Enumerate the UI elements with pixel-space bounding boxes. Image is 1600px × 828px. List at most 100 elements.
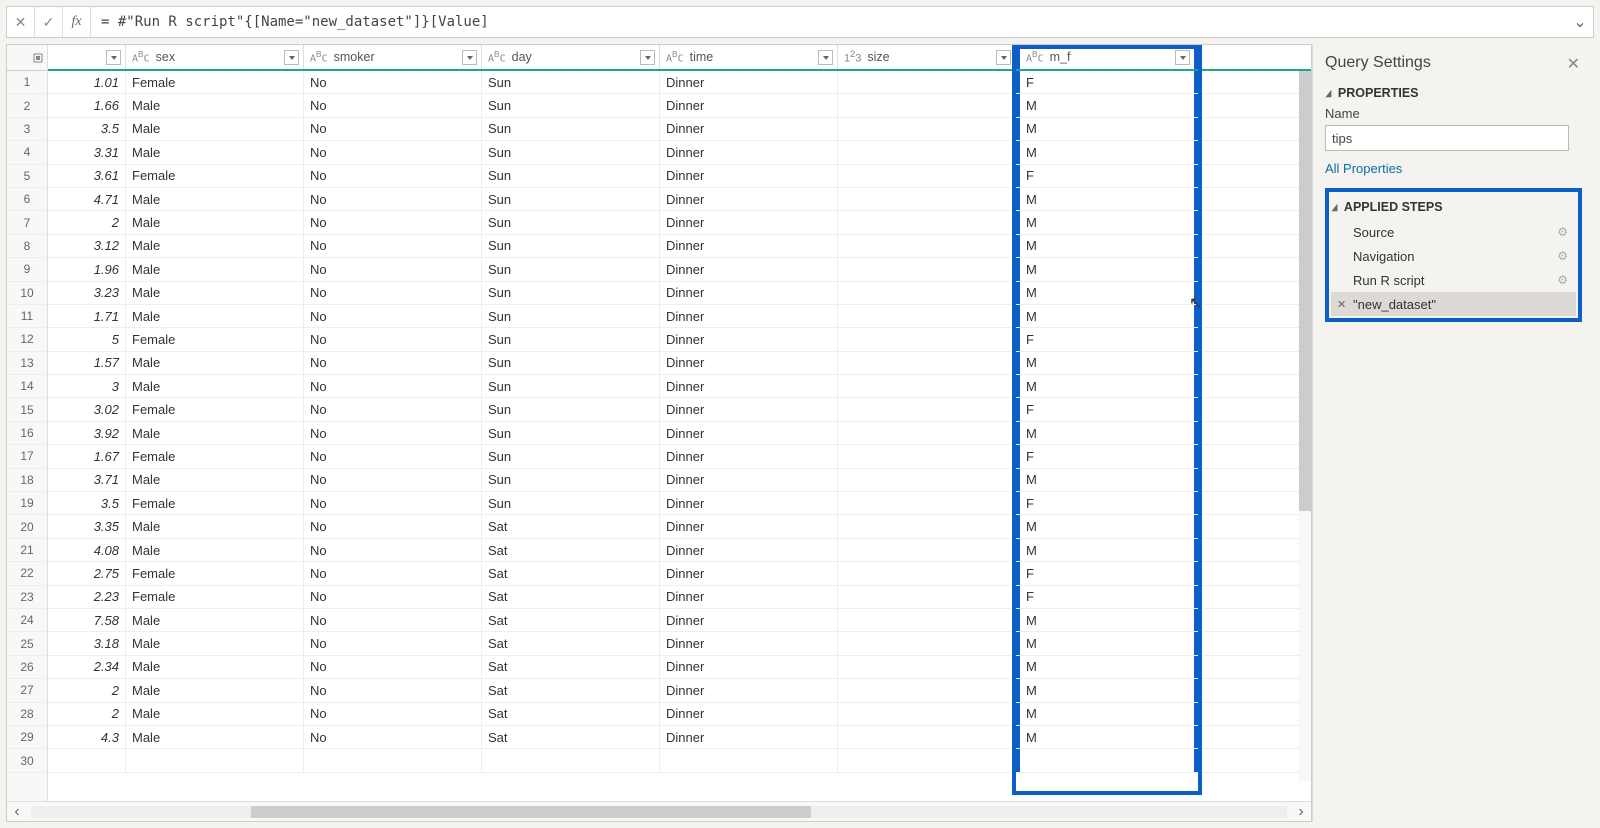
filter-dropdown-icon[interactable] (996, 50, 1011, 65)
cell[interactable]: No (304, 118, 482, 140)
table-row[interactable]: 3.71MaleNoSunDinnerM (48, 469, 1311, 492)
cell[interactable]: 4.08 (48, 539, 126, 561)
table-row[interactable]: 1.71MaleNoSunDinnerM (48, 305, 1311, 328)
table-row[interactable]: 3.61FemaleNoSunDinnerF (48, 165, 1311, 188)
cell[interactable]: Sun (482, 71, 660, 93)
cell[interactable]: Sat (482, 539, 660, 561)
cell[interactable]: Dinner (660, 258, 838, 280)
row-header[interactable]: 13 (7, 352, 47, 375)
cell[interactable] (838, 726, 1016, 748)
applied-step[interactable]: Navigation⚙ (1331, 244, 1576, 268)
cell[interactable]: Male (126, 305, 304, 327)
column-header-time[interactable]: ABCtime (660, 45, 838, 69)
cell[interactable]: Sat (482, 609, 660, 631)
cell[interactable] (838, 398, 1016, 420)
scroll-right-icon[interactable]: › (1291, 803, 1311, 821)
cell[interactable]: F (1016, 165, 1198, 187)
cell[interactable]: No (304, 211, 482, 233)
cell[interactable]: 3.5 (48, 118, 126, 140)
cell[interactable]: M (1016, 656, 1198, 678)
cell[interactable]: F (1016, 398, 1198, 420)
cell[interactable]: Female (126, 562, 304, 584)
cell[interactable]: No (304, 632, 482, 654)
cell[interactable]: Female (126, 328, 304, 350)
row-header[interactable]: 24 (7, 609, 47, 632)
cell[interactable] (838, 679, 1016, 701)
table-row[interactable]: 3.35MaleNoSatDinnerM (48, 515, 1311, 538)
cell[interactable]: Sun (482, 94, 660, 116)
row-header[interactable]: 22 (7, 562, 47, 585)
cell[interactable]: Dinner (660, 703, 838, 725)
cell[interactable] (838, 539, 1016, 561)
table-row[interactable]: 3.92MaleNoSunDinnerM (48, 422, 1311, 445)
table-row[interactable]: 3.5MaleNoSunDinnerM (48, 118, 1311, 141)
cell[interactable]: Female (126, 165, 304, 187)
table-row[interactable]: 2MaleNoSatDinnerM (48, 703, 1311, 726)
table-row[interactable]: 4.71MaleNoSunDinnerM (48, 188, 1311, 211)
cell[interactable]: Sat (482, 632, 660, 654)
row-header[interactable]: 9 (7, 258, 47, 281)
cell[interactable]: Male (126, 282, 304, 304)
cell[interactable]: 3 (48, 375, 126, 397)
cell[interactable] (1016, 749, 1198, 771)
cell[interactable]: 3.71 (48, 469, 126, 491)
cell[interactable]: Dinner (660, 445, 838, 467)
cell[interactable]: No (304, 328, 482, 350)
cell[interactable]: 2.34 (48, 656, 126, 678)
cell[interactable]: Sun (482, 375, 660, 397)
query-name-input[interactable] (1325, 125, 1569, 151)
cell[interactable] (838, 422, 1016, 444)
cell[interactable] (838, 352, 1016, 374)
cell[interactable] (838, 94, 1016, 116)
table-row[interactable]: 4.08MaleNoSatDinnerM (48, 539, 1311, 562)
cell[interactable]: Dinner (660, 235, 838, 257)
cell[interactable]: Dinner (660, 352, 838, 374)
cell[interactable]: 3.5 (48, 492, 126, 514)
row-header[interactable]: 28 (7, 703, 47, 726)
table-row[interactable] (48, 749, 1311, 772)
column-header-sex[interactable]: ABCsex (126, 45, 304, 69)
cell[interactable]: Dinner (660, 141, 838, 163)
cell[interactable]: M (1016, 469, 1198, 491)
cell[interactable] (48, 749, 126, 771)
row-header[interactable]: 3 (7, 118, 47, 141)
cell[interactable]: M (1016, 632, 1198, 654)
cell[interactable]: Dinner (660, 632, 838, 654)
cell[interactable]: Dinner (660, 188, 838, 210)
cell[interactable]: F (1016, 328, 1198, 350)
cell[interactable]: 3.35 (48, 515, 126, 537)
cell[interactable]: Female (126, 586, 304, 608)
cell[interactable]: F (1016, 492, 1198, 514)
close-panel-icon[interactable]: ✕ (1567, 54, 1580, 74)
cell[interactable]: Dinner (660, 71, 838, 93)
row-header[interactable]: 11 (7, 305, 47, 328)
applied-step[interactable]: Run R script⚙ (1331, 268, 1576, 292)
table-row[interactable]: 2.75FemaleNoSatDinnerF (48, 562, 1311, 585)
cell[interactable]: Dinner (660, 679, 838, 701)
vertical-scrollbar[interactable] (1299, 71, 1311, 781)
cell[interactable]: M (1016, 94, 1198, 116)
table-row[interactable]: 3.02FemaleNoSunDinnerF (48, 398, 1311, 421)
cell[interactable] (304, 749, 482, 771)
cell[interactable]: Male (126, 141, 304, 163)
fx-icon[interactable]: fx (63, 7, 91, 37)
cell[interactable]: M (1016, 235, 1198, 257)
cell[interactable]: F (1016, 71, 1198, 93)
table-row[interactable]: 3.31MaleNoSunDinnerM (48, 141, 1311, 164)
cell[interactable]: Sun (482, 422, 660, 444)
cell[interactable]: Male (126, 656, 304, 678)
cell[interactable]: Dinner (660, 726, 838, 748)
table-row[interactable]: 3.18MaleNoSatDinnerM (48, 632, 1311, 655)
cell[interactable]: Sat (482, 562, 660, 584)
cell[interactable]: Sun (482, 211, 660, 233)
cell[interactable]: No (304, 94, 482, 116)
row-header[interactable]: 23 (7, 586, 47, 609)
cell[interactable]: 3.61 (48, 165, 126, 187)
cell[interactable] (838, 586, 1016, 608)
cell[interactable]: No (304, 258, 482, 280)
row-header[interactable]: 5 (7, 165, 47, 188)
cell[interactable]: No (304, 656, 482, 678)
cell[interactable] (838, 656, 1016, 678)
cell[interactable]: Male (126, 609, 304, 631)
cell[interactable]: Sun (482, 118, 660, 140)
